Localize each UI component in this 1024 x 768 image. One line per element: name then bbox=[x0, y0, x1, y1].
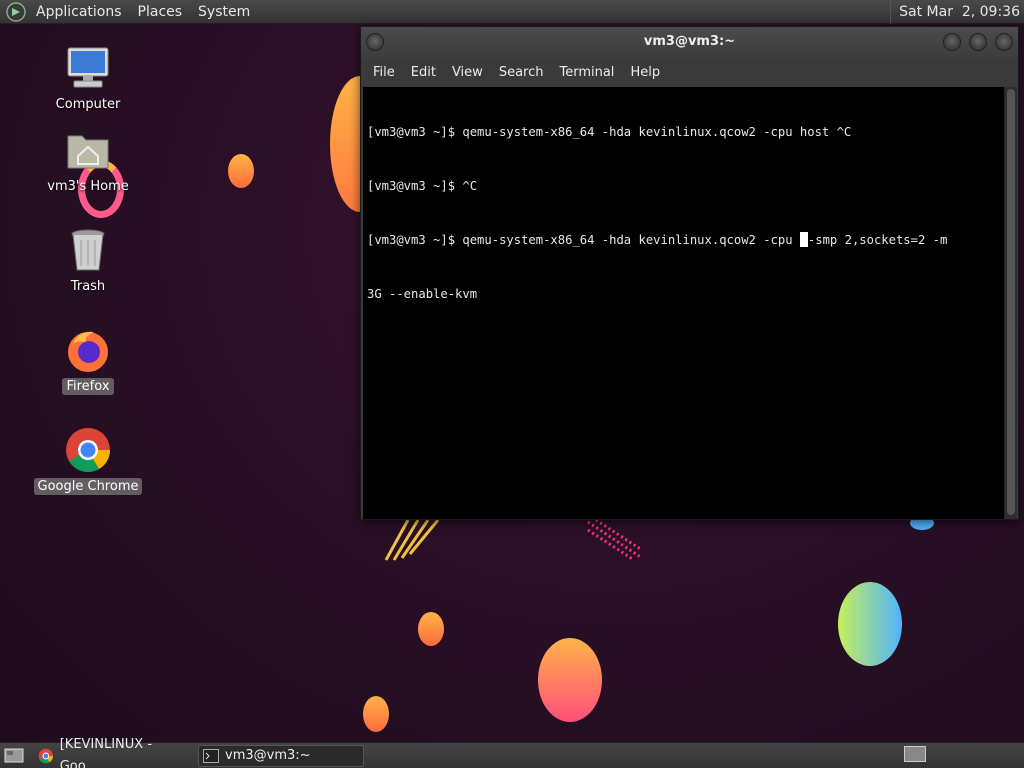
close-button[interactable] bbox=[995, 33, 1013, 51]
system-menu[interactable]: System bbox=[190, 0, 258, 24]
computer-icon bbox=[67, 47, 109, 88]
applications-menu[interactable]: Applications bbox=[28, 0, 130, 24]
wallpaper-stripes bbox=[587, 518, 643, 562]
window-titlebar[interactable]: vm3@vm3:~ bbox=[361, 27, 1018, 59]
taskbar-item-label: [KEVINLINUX - Goo... bbox=[59, 736, 153, 768]
command-text: [vm3@vm3 ~]$ qemu-system-x86_64 -hda kev… bbox=[367, 233, 800, 247]
menu-terminal[interactable]: Terminal bbox=[551, 65, 622, 80]
bottom-panel: [KEVINLINUX - Goo... vm3@vm3:~ bbox=[0, 737, 1024, 768]
desktop-icon-trash[interactable]: Trash bbox=[28, 226, 148, 295]
chrome-icon bbox=[38, 748, 54, 763]
clock[interactable]: Sat Mar 2, 09:36 bbox=[890, 0, 1020, 24]
window-menu-button[interactable] bbox=[366, 33, 384, 51]
terminal-scrollbar[interactable] bbox=[1004, 87, 1017, 519]
top-panel: Applications Places System Sat Mar 2, 09… bbox=[0, 0, 1024, 24]
menu-help[interactable]: Help bbox=[622, 65, 668, 80]
menu-file[interactable]: File bbox=[365, 65, 403, 80]
terminal-line: [vm3@vm3 ~]$ ^C bbox=[367, 179, 478, 193]
text-cursor bbox=[799, 232, 808, 247]
firefox-icon bbox=[68, 331, 108, 372]
window-title: vm3@vm3:~ bbox=[643, 34, 736, 49]
menu-edit[interactable]: Edit bbox=[403, 65, 444, 80]
desktop-icon-label: Firefox bbox=[62, 378, 114, 395]
desktop-icon-label: Trash bbox=[70, 279, 106, 294]
menu-view[interactable]: View bbox=[444, 65, 491, 80]
desktop-icon-home[interactable]: vm3's Home bbox=[28, 126, 148, 195]
chrome-icon bbox=[66, 428, 110, 472]
maximize-button[interactable] bbox=[969, 33, 987, 51]
trash-icon bbox=[71, 229, 105, 271]
places-menu[interactable]: Places bbox=[130, 0, 191, 24]
taskbar-item-terminal[interactable]: vm3@vm3:~ bbox=[198, 744, 364, 767]
scroll-thumb[interactable] bbox=[1007, 89, 1015, 515]
wallpaper-stripes bbox=[384, 519, 440, 561]
taskbar-item-chrome[interactable]: [KEVINLINUX - Goo... bbox=[34, 737, 198, 768]
desktop-icon-label: Google Chrome bbox=[33, 478, 143, 495]
home-folder-icon bbox=[67, 135, 109, 169]
terminal-output[interactable]: [vm3@vm3 ~]$ qemu-system-x86_64 -hda kev… bbox=[363, 87, 1004, 519]
show-desktop-icon[interactable] bbox=[4, 747, 24, 765]
terminal-current-line: [vm3@vm3 ~]$ qemu-system-x86_64 -hda kev… bbox=[367, 231, 1000, 249]
desktop-icon-label: Computer bbox=[55, 97, 121, 112]
wallpaper-blob bbox=[538, 638, 602, 722]
distro-logo-icon[interactable] bbox=[6, 1, 26, 22]
command-text: -smp 2,sockets=2 -m bbox=[807, 233, 948, 247]
wallpaper-blob bbox=[228, 154, 254, 188]
desktop-icon-firefox[interactable]: Firefox bbox=[28, 326, 148, 395]
terminal-menubar: File Edit View Search Terminal Help bbox=[361, 59, 1018, 85]
workspace-switcher[interactable] bbox=[904, 746, 926, 762]
taskbar-item-label: vm3@vm3:~ bbox=[225, 747, 311, 763]
desktop-icon-computer[interactable]: Computer bbox=[28, 44, 148, 113]
desktop-icon-label: vm3's Home bbox=[47, 179, 129, 194]
terminal-line: 3G --enable-kvm bbox=[367, 287, 478, 301]
menu-search[interactable]: Search bbox=[491, 65, 552, 80]
wallpaper-blob bbox=[418, 612, 444, 646]
wallpaper-blob bbox=[363, 696, 389, 732]
desktop-icon-chrome[interactable]: Google Chrome bbox=[28, 426, 148, 495]
terminal-window[interactable]: vm3@vm3:~ File Edit View Search Terminal… bbox=[360, 26, 1019, 520]
terminal-line: [vm3@vm3 ~]$ qemu-system-x86_64 -hda kev… bbox=[367, 125, 852, 139]
minimize-button[interactable] bbox=[943, 33, 961, 51]
terminal-icon bbox=[203, 748, 219, 763]
wallpaper-blob bbox=[838, 582, 902, 666]
